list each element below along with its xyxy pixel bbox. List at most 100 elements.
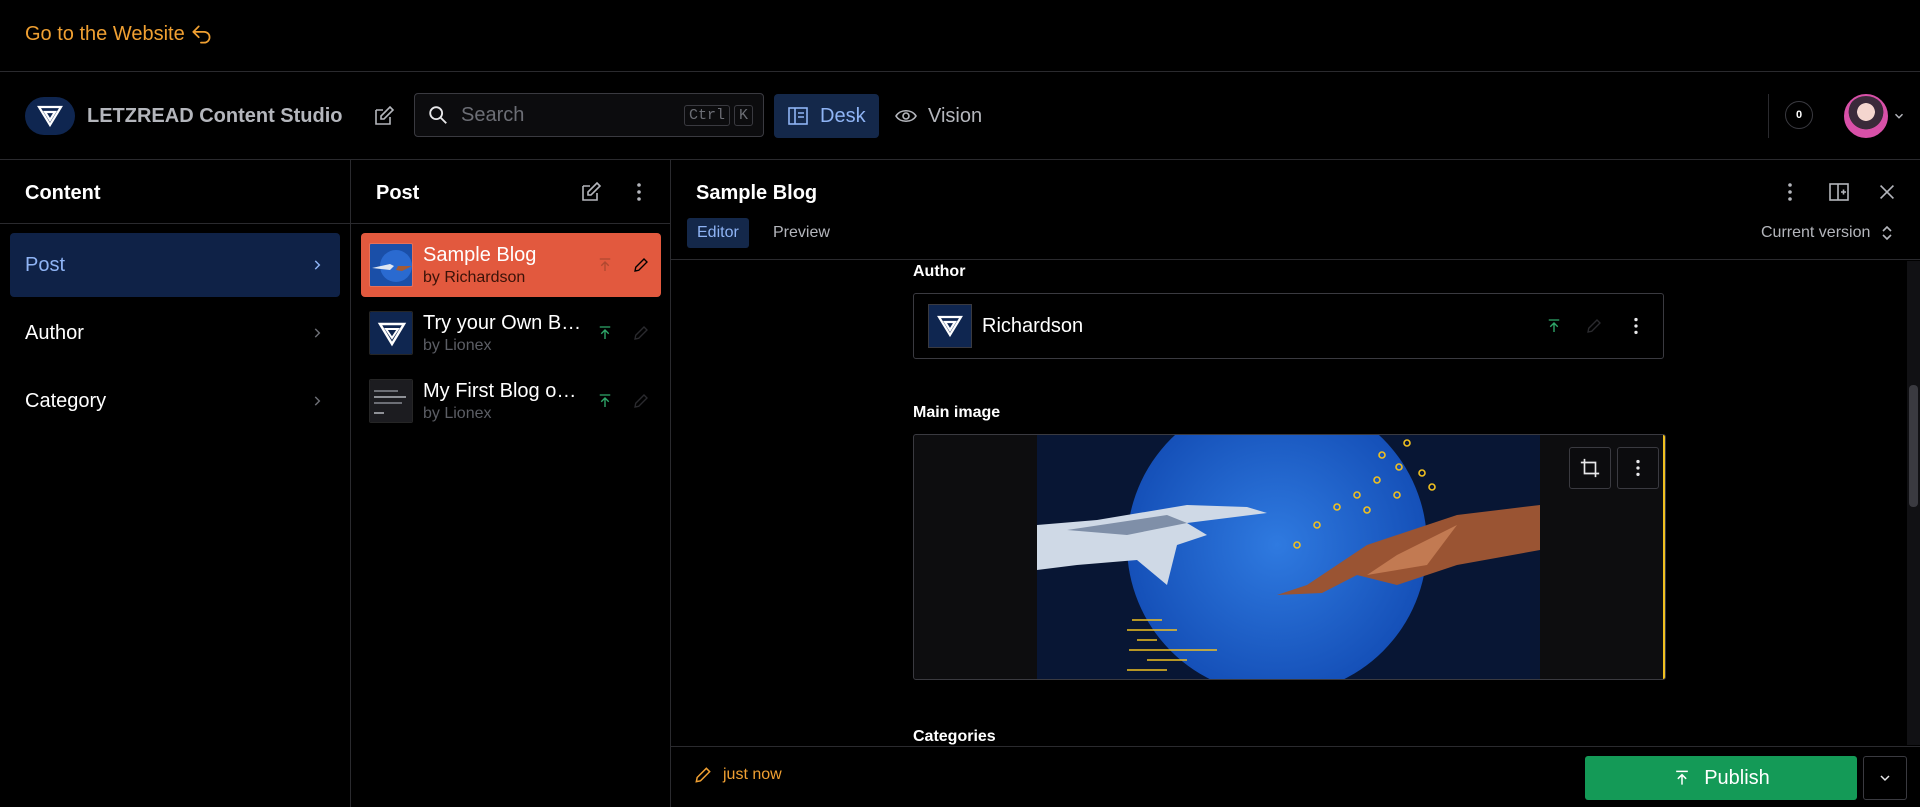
brand-name: LETZREAD Content Studio (87, 104, 343, 127)
edit-pencil-icon (693, 765, 713, 785)
tool-desk-label: Desk (820, 104, 866, 127)
close-pane-button[interactable] (1871, 176, 1903, 208)
post-list-item-text: Try your Own B… by Lionex (423, 312, 583, 355)
tab-preview[interactable]: Preview (763, 218, 840, 248)
go-to-website-link[interactable]: Go to the Website (25, 20, 215, 48)
content-item-post[interactable]: Post (10, 233, 340, 297)
document-form: Author Richardson Main image Categories (671, 261, 1920, 745)
author-logo-icon (928, 304, 972, 348)
eye-icon (894, 104, 918, 128)
more-vertical-icon (1627, 457, 1649, 479)
more-vertical-icon[interactable] (1625, 315, 1647, 337)
chevron-right-icon (310, 258, 324, 272)
tab-editor[interactable]: Editor (687, 218, 749, 248)
post-list-item[interactable]: Try your Own B… by Lionex (361, 301, 661, 365)
publish-button[interactable]: Publish (1585, 756, 1857, 800)
more-vertical-icon (627, 180, 651, 204)
content-pane: Content Post Author Category (0, 160, 351, 807)
compose-icon (579, 180, 603, 204)
compose-button[interactable] (368, 100, 400, 132)
avatar (1844, 94, 1888, 138)
navbar-divider (1768, 94, 1769, 138)
save-status-label: just now (723, 766, 782, 783)
shortcut-ctrl-key: Ctrl (683, 104, 730, 126)
document-footer: just now Publish (671, 746, 1920, 807)
go-to-website-label: Go to the Website (25, 22, 185, 45)
search-shortcut: Ctrl K (683, 104, 757, 126)
chevron-right-icon (310, 326, 324, 340)
search-input[interactable] (461, 103, 684, 127)
crop-image-button[interactable] (1569, 447, 1611, 489)
post-subtitle: by Richardson (423, 268, 526, 286)
brand-logo-icon (25, 97, 75, 135)
content-item-author[interactable]: Author (10, 301, 340, 365)
post-title: Try your Own B… (423, 311, 582, 334)
published-icon (1545, 317, 1563, 335)
form-scrollbar[interactable] (1907, 261, 1920, 745)
author-reference[interactable]: Richardson (913, 293, 1664, 359)
edit-pencil-icon (629, 324, 653, 342)
content-item-label: Author (25, 321, 84, 344)
main-image-field[interactable] (913, 434, 1666, 680)
version-selector[interactable]: Current version (1761, 218, 1894, 248)
main-image-preview (1037, 435, 1540, 679)
edit-pencil-icon (629, 392, 653, 410)
post-list-pane: Post Sample Blog by Richardson Try your … (351, 160, 671, 807)
author-field-label: Author (913, 263, 966, 280)
post-title: Sample Blog (423, 243, 537, 266)
crop-icon (1579, 457, 1601, 479)
more-vertical-icon (1778, 180, 1802, 204)
post-thumbnail (369, 311, 413, 355)
tool-desk[interactable]: Desk (774, 94, 879, 138)
close-icon (1876, 181, 1898, 203)
post-title: My First Blog o… (423, 379, 577, 402)
save-status: just now (693, 765, 782, 785)
chevron-up-down-icon (1880, 224, 1894, 242)
post-list-item[interactable]: Sample Blog by Richardson (361, 233, 661, 297)
compose-icon (372, 104, 396, 128)
focus-indicator (1663, 435, 1665, 679)
published-icon (593, 324, 617, 342)
publish-options-button[interactable] (1863, 756, 1907, 800)
split-pane-button[interactable] (1823, 176, 1855, 208)
shortcut-k-key: K (733, 104, 753, 126)
author-name: Richardson (982, 314, 1084, 337)
publish-label: Publish (1704, 766, 1770, 789)
edit-pencil-icon (1585, 317, 1603, 335)
post-list-item-text: My First Blog o… by Lionex (423, 380, 583, 423)
post-pane-menu-button[interactable] (623, 176, 655, 208)
post-list-item-text: Sample Blog by Richardson (423, 244, 583, 287)
main-image-field-label: Main image (913, 404, 1001, 421)
content-item-category[interactable]: Category (10, 369, 340, 433)
categories-field-label: Categories (913, 728, 996, 745)
tool-vision-label: Vision (928, 104, 983, 127)
published-icon (593, 392, 617, 410)
return-arrow-icon (189, 21, 215, 47)
split-pane-icon (1827, 180, 1851, 204)
document-menu-button[interactable] (1774, 176, 1806, 208)
search-box[interactable]: Ctrl K (414, 93, 764, 137)
search-icon (427, 104, 449, 126)
studio-brand[interactable]: LETZREAD Content Studio (25, 97, 343, 135)
desk-icon (786, 104, 810, 128)
publish-icon (1672, 768, 1692, 788)
chevron-right-icon (310, 394, 324, 408)
website-topbar (0, 0, 1920, 72)
post-pane-title: Post (376, 182, 420, 204)
document-header: Sample Blog Editor Preview Current versi… (671, 160, 1920, 260)
post-list-item[interactable]: My First Blog o… by Lionex (361, 369, 661, 433)
create-post-button[interactable] (575, 176, 607, 208)
content-item-label: Post (25, 253, 66, 276)
user-menu[interactable] (1844, 94, 1906, 138)
content-pane-title: Content (25, 182, 101, 204)
tool-vision[interactable]: Vision (890, 94, 982, 138)
notification-badge[interactable]: 0 (1785, 101, 1813, 129)
scrollbar-thumb[interactable] (1909, 385, 1918, 507)
document-title: Sample Blog (696, 182, 818, 204)
image-options-button[interactable] (1617, 447, 1659, 489)
document-pane: Sample Blog Editor Preview Current versi… (671, 160, 1920, 807)
version-label: Current version (1761, 224, 1871, 241)
content-item-label: Category (25, 389, 107, 412)
post-thumbnail (369, 243, 413, 287)
published-icon (593, 256, 617, 274)
